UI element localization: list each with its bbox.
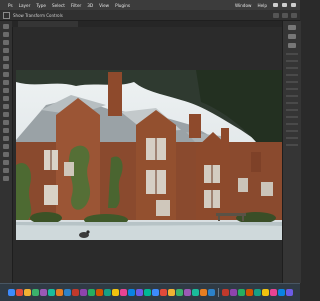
battery-icon[interactable] (282, 3, 287, 7)
properties-panel-icon[interactable] (288, 34, 296, 39)
weather-icon[interactable] (229, 289, 237, 296)
status-icons (273, 3, 296, 7)
premiere-icon[interactable] (183, 289, 191, 296)
brush-tool[interactable] (3, 80, 9, 85)
panel-row (286, 60, 298, 62)
lasso-tool[interactable] (3, 40, 9, 45)
panel-row (286, 109, 298, 111)
slack-icon[interactable] (245, 289, 253, 296)
menu-filter[interactable]: Filter (71, 3, 81, 8)
music-icon[interactable] (111, 289, 119, 296)
messages-icon[interactable] (47, 289, 55, 296)
control-center-icon[interactable] (291, 3, 296, 7)
figma-icon[interactable] (269, 289, 277, 296)
menu-bar: Ps Layer Type Select Filter 3D View Plug… (0, 0, 300, 10)
shape-tool[interactable] (3, 160, 9, 165)
chrome-icon[interactable] (31, 289, 39, 296)
stamp-tool[interactable] (3, 88, 9, 93)
crop-tool[interactable] (3, 56, 9, 61)
gradient-tool[interactable] (3, 112, 9, 117)
marquee-tool[interactable] (3, 32, 9, 37)
panel-row (286, 144, 298, 146)
type-tool[interactable] (3, 144, 9, 149)
dodge-tool[interactable] (3, 128, 9, 133)
zoom-tool[interactable] (3, 176, 9, 181)
hand-tool[interactable] (3, 168, 9, 173)
trash-icon[interactable] (285, 289, 293, 296)
safari-icon[interactable] (23, 289, 31, 296)
zoom-icon[interactable] (253, 289, 261, 296)
document-image[interactable] (16, 70, 284, 240)
house-photo (16, 70, 284, 240)
layers-panel-icon[interactable] (288, 25, 296, 30)
panel-row (286, 130, 298, 132)
menu-3d[interactable]: 3D (87, 3, 93, 8)
panel-row (286, 74, 298, 76)
mail-icon[interactable] (39, 289, 47, 296)
menu-window[interactable]: Window (235, 3, 252, 8)
aftereffects-icon[interactable] (191, 289, 199, 296)
menu-select[interactable]: Select (52, 3, 65, 8)
healing-tool[interactable] (3, 72, 9, 77)
vscode-icon[interactable] (277, 289, 285, 296)
search-icon[interactable] (273, 12, 279, 18)
eraser-tool[interactable] (3, 104, 9, 109)
calculator-icon[interactable] (221, 289, 229, 296)
spotify-icon[interactable] (237, 289, 245, 296)
tv-icon[interactable] (127, 289, 135, 296)
launchpad-icon[interactable] (15, 289, 23, 296)
move-tool-icon[interactable] (3, 11, 10, 19)
menu-type[interactable]: Type (36, 3, 46, 8)
move-tool[interactable] (3, 24, 9, 29)
path-select-tool[interactable] (3, 152, 9, 157)
finder-icon[interactable] (7, 289, 15, 296)
panel-row (286, 88, 298, 90)
menu-layer[interactable]: Layer (19, 3, 31, 8)
pen-tool[interactable] (3, 136, 9, 141)
quick-select-tool[interactable] (3, 48, 9, 53)
wifi-icon[interactable] (273, 3, 278, 7)
blur-tool[interactable] (3, 120, 9, 125)
panel-row (286, 81, 298, 83)
eyedropper-tool[interactable] (3, 64, 9, 69)
options-bar: Show Transform Controls (0, 10, 300, 21)
adjustments-panel-icon[interactable] (288, 43, 296, 48)
history-brush-tool[interactable] (3, 96, 9, 101)
lightroom-icon[interactable] (167, 289, 175, 296)
news-icon[interactable] (135, 289, 143, 296)
panel-row (286, 53, 298, 55)
tools-panel (0, 21, 13, 283)
panel-row (286, 95, 298, 97)
panel-row (286, 123, 298, 125)
right-panel-strip (282, 21, 301, 283)
workspace-icon[interactable] (282, 12, 288, 18)
dock (0, 283, 300, 301)
calendar-icon[interactable] (79, 289, 87, 296)
facetime-icon[interactable] (71, 289, 79, 296)
menu-help[interactable]: Help (257, 3, 267, 8)
dock-separator (217, 288, 219, 297)
panel-row (286, 102, 298, 104)
maps-icon[interactable] (55, 289, 63, 296)
preview-icon[interactable] (207, 289, 215, 296)
menu-photoshop[interactable]: Ps (8, 3, 13, 8)
photoshop-icon[interactable] (159, 289, 167, 296)
contacts-icon[interactable] (87, 289, 95, 296)
app-store-icon[interactable] (143, 289, 151, 296)
notes-icon[interactable] (103, 289, 111, 296)
photos-icon[interactable] (63, 289, 71, 296)
panel-row (286, 116, 298, 118)
illustrator-icon[interactable] (175, 289, 183, 296)
terminal-icon[interactable] (199, 289, 207, 296)
podcasts-icon[interactable] (119, 289, 127, 296)
panel-row (286, 137, 298, 139)
reminders-icon[interactable] (95, 289, 103, 296)
show-transform-controls-checkbox[interactable]: Show Transform Controls (13, 13, 63, 18)
share-icon[interactable] (291, 12, 297, 18)
settings-icon[interactable] (151, 289, 159, 296)
menu-view[interactable]: View (99, 3, 109, 8)
menu-plugins[interactable]: Plugins (115, 3, 130, 8)
notion-icon[interactable] (261, 289, 269, 296)
panel-row (286, 67, 298, 69)
